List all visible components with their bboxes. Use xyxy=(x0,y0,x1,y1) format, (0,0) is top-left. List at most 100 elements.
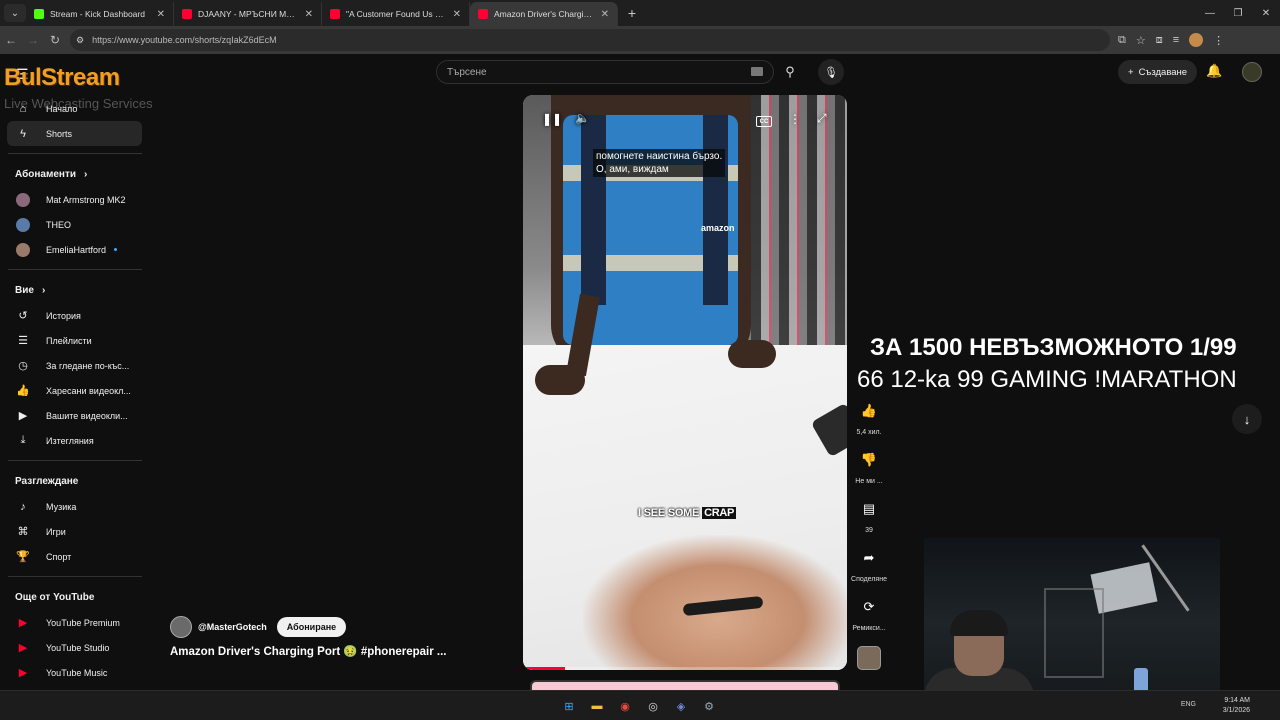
search-placeholder: Търсене xyxy=(447,66,487,78)
keyboard-icon[interactable] xyxy=(751,67,763,76)
remix-icon[interactable]: ⟳ xyxy=(852,590,886,624)
bookmark-star-icon[interactable]: ☆ xyxy=(1136,34,1146,47)
sidebar-item-label: YouTube Premium xyxy=(46,617,120,628)
subscribe-button[interactable]: Абониране xyxy=(276,617,347,637)
browser-menu-icon[interactable]: ⋮ xyxy=(1213,34,1224,47)
sidebar-item-watch-later[interactable]: ◷ За гледане по-къс... xyxy=(0,353,142,378)
sidebar-item-liked-videos[interactable]: 👍 Харесани видеокл... xyxy=(0,378,142,403)
sidebar-item-label: Музика xyxy=(46,501,77,512)
vest-strap xyxy=(581,115,606,305)
input-language[interactable]: ENG xyxy=(1181,701,1196,708)
more-options-icon[interactable]: ⋮ xyxy=(789,112,801,126)
channel-row: @MasterGotech Абониране xyxy=(170,616,347,638)
captions-icon[interactable]: CC xyxy=(756,116,772,127)
sidebar-item-downloads[interactable]: ⤓ Изтегляния xyxy=(0,428,142,453)
browser-tab[interactable]: "A Customer Found Us on Yelp ✕ xyxy=(322,2,470,26)
sidebar-item-youtube-premium[interactable]: ▶ YouTube Premium xyxy=(0,610,142,635)
address-bar[interactable]: ⚙ https://www.youtube.com/shorts/zqIakZ6… xyxy=(70,29,1110,51)
subscription-item[interactable]: EmeliaHartford xyxy=(0,237,142,262)
like-icon[interactable]: 👍 xyxy=(852,394,886,428)
next-short-preview[interactable] xyxy=(530,680,840,690)
more-from-youtube-header: Още от YouTube xyxy=(0,584,150,610)
shorts-player[interactable]: amazon ❚❚ 🔈 CC ⋮ ⤢ помогнете наистина бъ… xyxy=(523,95,847,670)
close-window-icon[interactable]: ✕ xyxy=(1252,0,1280,26)
install-app-icon[interactable]: ⧉ xyxy=(1118,34,1126,47)
reload-icon[interactable]: ↻ xyxy=(44,33,66,47)
windows-start-icon[interactable]: ⊞ xyxy=(560,697,578,715)
tab-close-icon[interactable]: ✕ xyxy=(305,9,313,20)
profile-avatar[interactable] xyxy=(1189,33,1204,47)
fullscreen-icon[interactable]: ⤢ xyxy=(817,111,827,126)
share-icon[interactable]: ➦ xyxy=(852,541,886,575)
tab-close-icon[interactable]: ✕ xyxy=(157,9,165,20)
tab-close-icon[interactable]: ✕ xyxy=(601,9,609,20)
notifications-bell-icon[interactable]: 🔔 xyxy=(1206,63,1222,79)
progress-fill xyxy=(523,667,566,670)
watch-later-icon: ◷ xyxy=(18,360,28,372)
tab-favicon-icon xyxy=(330,9,340,19)
sidebar-item-playlists[interactable]: ☰ Плейлисти xyxy=(0,328,142,353)
action-like: 👍 5,4 хил. xyxy=(846,394,892,443)
stream-overlay-line: 66 12-ka 99 GAMING !MARATHON xyxy=(857,366,1237,393)
channel-name[interactable]: @MasterGotech xyxy=(198,622,267,632)
next-video-button[interactable]: ↓ xyxy=(1232,404,1262,434)
chrome-icon[interactable]: ◉ xyxy=(616,697,634,715)
sidebar-item-label: YouTube Studio xyxy=(46,642,110,653)
browser-tab[interactable]: Stream - Kick Dashboard ✕ xyxy=(26,2,174,26)
games-icon: ⌘ xyxy=(17,526,29,538)
obs-icon[interactable]: ◎ xyxy=(644,697,662,715)
tab-search-button[interactable]: ⌄ xyxy=(4,4,26,22)
subscription-item[interactable]: THEO xyxy=(0,212,142,237)
steam-icon[interactable]: ⚙ xyxy=(700,697,718,715)
comments-icon[interactable]: ▤ xyxy=(852,492,886,526)
extensions-icon[interactable]: ⧈ xyxy=(1156,34,1163,47)
maximize-icon[interactable]: ❐ xyxy=(1224,0,1252,26)
history-icon: ↺ xyxy=(18,310,28,322)
you-header[interactable]: Вие › xyxy=(0,277,150,303)
forward-icon[interactable]: → xyxy=(22,33,44,47)
sidebar-item-sports[interactable]: 🏆 Спорт xyxy=(0,544,142,569)
search-input[interactable]: Търсене xyxy=(436,60,774,84)
tab-title: Stream - Kick Dashboard xyxy=(50,9,145,19)
search-icon[interactable]: ⚲ xyxy=(776,60,804,84)
subscription-label: EmeliaHartford xyxy=(46,244,107,255)
sidebar-item-label: Плейлисти xyxy=(46,335,92,346)
microphone-icon[interactable]: 🎙 xyxy=(818,59,844,85)
pause-icon[interactable]: ❚❚ xyxy=(542,112,562,126)
new-tab-button[interactable]: + xyxy=(622,5,642,21)
minimize-icon[interactable]: — xyxy=(1196,0,1224,26)
sidebar-item-your-videos[interactable]: ▶ Вашите видеокли... xyxy=(0,403,142,428)
browser-tab[interactable]: Amazon Driver's Charging P ✕ xyxy=(470,2,618,26)
sidebar-item-home[interactable]: ⌂ Начало xyxy=(0,96,142,121)
masthead: ☰ Търсене ⚲ 🎙 + Създаване 🔔 xyxy=(0,54,1280,90)
subscription-item[interactable]: Mat Armstrong MK2 xyxy=(0,187,142,212)
back-icon[interactable]: ← xyxy=(0,33,22,47)
sidebar-item-shorts[interactable]: ϟ Shorts xyxy=(7,121,142,146)
sidebar-item-games[interactable]: ⌘ Игри xyxy=(0,519,142,544)
sidebar-item-youtube-music[interactable]: ▶ YouTube Music xyxy=(0,660,142,685)
system-clock[interactable]: 9:14 AM 3/1/2026 xyxy=(1223,696,1250,716)
subscriptions-header[interactable]: Абонаменти › xyxy=(0,161,150,187)
sound-thumbnail[interactable] xyxy=(857,646,881,670)
webcam-rig xyxy=(1044,588,1104,678)
browser-tab[interactable]: DJAANY - МРЪСНИ МИСЛИ (✕ xyxy=(174,2,322,26)
account-avatar[interactable] xyxy=(1242,62,1262,82)
sidebar-item-label: Харесани видеокл... xyxy=(46,385,131,396)
dislike-icon[interactable]: 👎 xyxy=(852,443,886,477)
sidebar-item-youtube-studio[interactable]: ▶ YouTube Studio xyxy=(0,635,142,660)
volume-icon[interactable]: 🔈 xyxy=(575,111,590,125)
discord-icon[interactable]: ◈ xyxy=(672,697,690,715)
site-info-icon[interactable]: ⚙ xyxy=(76,35,84,46)
action-label: Споделяне xyxy=(851,576,887,583)
media-control-icon[interactable]: ≡ xyxy=(1173,34,1179,46)
sidebar-item-music[interactable]: ♪ Музика xyxy=(0,494,142,519)
create-button[interactable]: + Създаване xyxy=(1118,60,1198,84)
action-dislike: 👎 Не ми ... xyxy=(846,443,892,492)
liked-videos-icon: 👍 xyxy=(16,385,30,397)
sidebar-item-history[interactable]: ↺ История xyxy=(0,303,142,328)
file-explorer-icon[interactable]: ▬ xyxy=(588,697,606,715)
tab-close-icon[interactable]: ✕ xyxy=(453,9,461,20)
video-title[interactable]: Amazon Driver's Charging Port 🤢 #phonere… xyxy=(170,644,447,658)
progress-bar[interactable] xyxy=(523,667,847,670)
channel-avatar[interactable] xyxy=(170,616,192,638)
